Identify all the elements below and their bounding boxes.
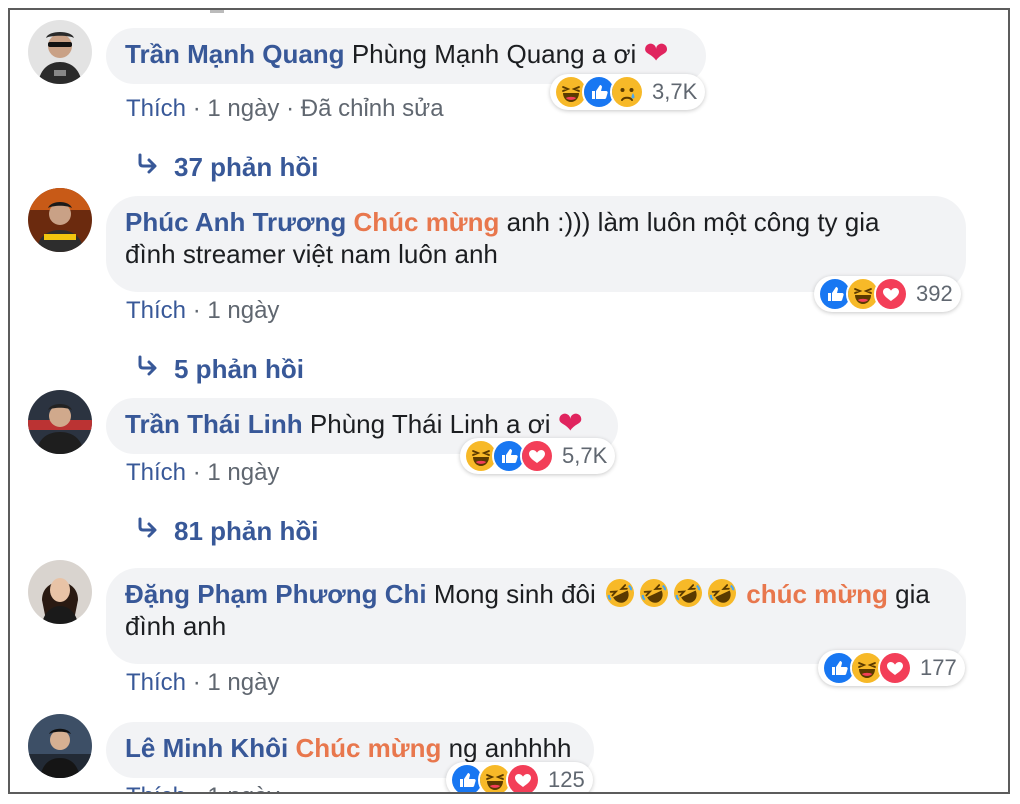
replies-count-label: 5 phản hồi <box>174 354 304 384</box>
avatar[interactable] <box>28 188 92 252</box>
author-name[interactable]: Đặng Phạm Phương Chi <box>125 579 427 609</box>
mention-tag[interactable]: Chúc mừng <box>353 207 499 237</box>
like-link[interactable]: Thích <box>126 297 186 324</box>
rofl-emoji-icon <box>707 578 737 608</box>
mention-tag[interactable]: Chúc mừng <box>295 733 441 763</box>
reaction-summary[interactable]: 177 <box>818 650 965 686</box>
comment-text-after: gia <box>895 579 930 609</box>
reaction-summary[interactable]: 5,7K <box>460 438 616 474</box>
comment-text: Mong sinh đôi <box>433 579 596 609</box>
author-name[interactable]: Trần Thái Linh <box>125 409 303 439</box>
replies-count-label: 37 phản hồi <box>174 152 319 182</box>
comment-actions: Thích · 1 ngày <box>126 296 279 326</box>
comment-actions: Thích · 1 ngày <box>126 668 279 698</box>
reaction-summary[interactable]: 3,7K <box>550 74 706 110</box>
separator: · <box>192 459 201 486</box>
reply-arrow-icon <box>136 152 160 182</box>
comment-text-line2: đình anh <box>125 611 227 641</box>
rofl-emoji-icon <box>673 578 703 608</box>
rofl-emoji-icon <box>605 578 635 608</box>
replies-count-label: 81 phản hồi <box>174 516 319 546</box>
view-replies-link[interactable]: 37 phản hồi <box>136 152 318 182</box>
reaction-count: 5,7K <box>562 443 608 468</box>
like-link[interactable]: Thích <box>126 783 186 792</box>
heart-emoji: ❤ <box>643 37 669 70</box>
author-name[interactable]: Trần Mạnh Quang <box>125 39 345 69</box>
avatar[interactable] <box>28 20 92 84</box>
comment-actions: Thích · 1 ngày <box>126 458 279 488</box>
reaction-summary[interactable]: 392 <box>814 276 961 312</box>
timestamp[interactable]: 1 ngày <box>207 459 279 486</box>
comment-text-line2: đình streamer việt nam luôn anh <box>125 239 498 269</box>
view-replies-link[interactable]: 81 phản hồi <box>136 516 318 546</box>
comments-panel: Trần Mạnh Quang Phùng Mạnh Quang a ơi ❤ … <box>8 8 1010 794</box>
separator: · <box>286 95 295 122</box>
love-reaction-icon <box>878 651 912 685</box>
edited-label[interactable]: Đã chỉnh sửa <box>301 95 444 122</box>
reaction-summary[interactable]: 125 <box>446 762 593 792</box>
top-divider <box>210 10 224 13</box>
like-link[interactable]: Thích <box>126 95 186 122</box>
reaction-count: 125 <box>548 767 585 792</box>
reaction-count: 3,7K <box>652 79 698 104</box>
love-reaction-icon <box>506 763 540 792</box>
separator: · <box>193 783 201 792</box>
reaction-count: 392 <box>916 281 953 306</box>
sad-reaction-icon <box>610 75 644 109</box>
like-link[interactable]: Thích <box>126 669 186 696</box>
comment-actions: Thích · 1 ngày <box>126 782 279 792</box>
rofl-emoji-icon <box>639 578 669 608</box>
author-name[interactable]: Lê Minh Khôi <box>125 733 288 763</box>
timestamp[interactable]: 1 ngày <box>207 783 279 792</box>
comment-text: anh :))) làm luôn một công ty gia <box>506 207 880 237</box>
separator: · <box>192 95 201 122</box>
avatar[interactable] <box>28 560 92 624</box>
comment-text: Phùng Thái Linh a ơi <box>309 409 551 439</box>
heart-emoji: ❤ <box>557 407 583 440</box>
separator: · <box>192 669 201 696</box>
love-reaction-icon <box>874 277 908 311</box>
view-replies-link[interactable]: 5 phản hồi <box>136 354 304 384</box>
reply-arrow-icon <box>136 516 160 546</box>
love-reaction-icon <box>520 439 554 473</box>
comment-actions: Thích · 1 ngày · Đã chỉnh sửa <box>126 94 444 124</box>
comment-text: Phùng Mạnh Quang a ơi <box>351 39 637 69</box>
avatar[interactable] <box>28 390 92 454</box>
like-link[interactable]: Thích <box>126 459 186 486</box>
reply-arrow-icon <box>136 354 160 384</box>
timestamp[interactable]: 1 ngày <box>207 95 279 122</box>
comment-text: ng anhhhh <box>448 733 572 763</box>
mention-tag[interactable]: chúc mừng <box>746 579 888 609</box>
reaction-count: 177 <box>920 655 957 680</box>
timestamp[interactable]: 1 ngày <box>207 669 279 696</box>
author-name[interactable]: Phúc Anh Trương <box>125 207 346 237</box>
timestamp[interactable]: 1 ngày <box>207 297 279 324</box>
avatar[interactable] <box>28 714 92 778</box>
separator: · <box>192 297 201 324</box>
